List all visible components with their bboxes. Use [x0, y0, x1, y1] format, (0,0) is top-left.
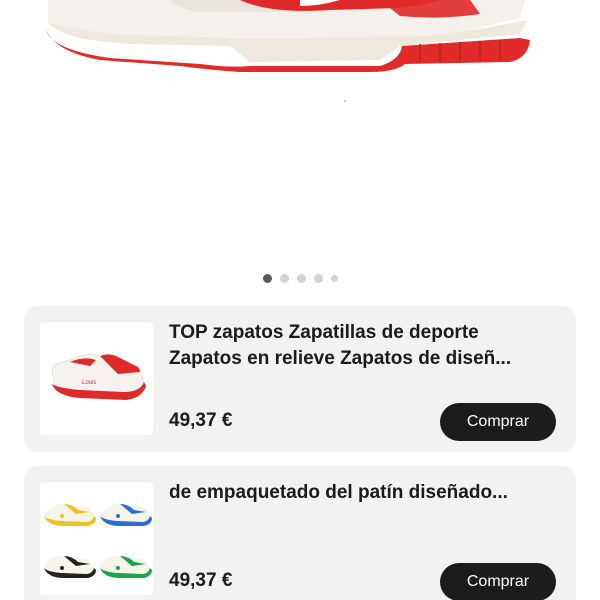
product-thumbnail[interactable]: Louis: [40, 322, 153, 435]
product-thumbnail[interactable]: [40, 482, 153, 595]
product-card[interactable]: Louis TOP zapatos Zapatillas de deporte …: [24, 306, 576, 452]
carousel-indicator[interactable]: [0, 274, 600, 283]
product-title[interactable]: de empaquetado del patín diseñado...: [169, 480, 564, 506]
carousel-dot-1[interactable]: [262, 274, 272, 283]
product-hero-image[interactable]: [0, 0, 600, 262]
buy-button[interactable]: Comprar: [440, 563, 556, 600]
sneaker-illustration: [46, 0, 530, 103]
carousel-dot-2[interactable]: [279, 274, 289, 283]
product-title[interactable]: TOP zapatos Zapatillas de deporte Zapato…: [169, 320, 564, 372]
product-card[interactable]: de empaquetado del patín diseñado... 49,…: [24, 466, 576, 600]
product-price: 49,37 €: [169, 570, 233, 591]
sneaker-thumb-icon: Louis: [51, 354, 146, 400]
carousel-dot-5[interactable]: [330, 275, 338, 282]
buy-button[interactable]: Comprar: [440, 403, 556, 441]
carousel-dot-3[interactable]: [296, 274, 306, 283]
svg-text:Louis: Louis: [82, 380, 96, 386]
product-title-line-1: TOP zapatos Zapatillas de deporte: [169, 322, 479, 343]
sneakers-grid-thumb-icon: [44, 504, 152, 578]
product-price: 49,37 €: [169, 410, 233, 431]
product-title-line-2: Zapatos en relieve Zapatos de diseñ...: [169, 348, 512, 369]
product-title-line-1: de empaquetado del patín diseñado...: [169, 482, 508, 503]
carousel-dot-4[interactable]: [313, 274, 323, 283]
